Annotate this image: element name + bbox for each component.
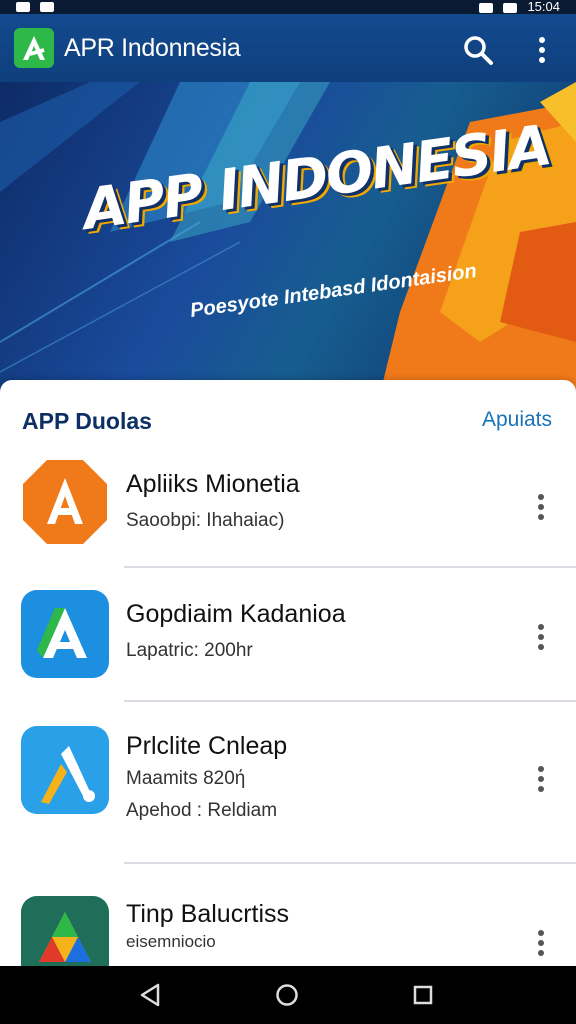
app-list-item[interactable]: Prlclite Cnleap Maamits 820ή Apehod : Re… xyxy=(0,720,576,864)
app-bar: APR Indonnesia xyxy=(0,14,576,82)
app-list-sheet: APP Duolas Apuiats Apliiks Mionetia Saoo… xyxy=(0,380,576,966)
more-vertical-icon[interactable] xyxy=(528,34,556,66)
blue-a-icon xyxy=(21,590,109,678)
status-bar: 15:04 xyxy=(0,0,576,14)
wifi-icon xyxy=(479,3,494,13)
orange-a-icon xyxy=(21,458,109,546)
recents-icon[interactable] xyxy=(408,980,438,1010)
app-name: Tinp Balucrtiss xyxy=(126,900,290,928)
more-vertical-icon[interactable] xyxy=(530,926,552,966)
light-blue-lambda-icon xyxy=(21,726,109,814)
app-list-item[interactable]: Tinp Balucrtiss eisemniocio xyxy=(0,886,576,966)
app-list-item[interactable]: Apliiks Mionetia Saoobpi: Ihahaiac) xyxy=(0,454,576,566)
app-meta-secondary: Apehod : Reldiam xyxy=(126,800,278,821)
status-time: 15:04 xyxy=(527,0,560,14)
search-icon[interactable] xyxy=(462,34,494,66)
app-title: APR Indonnesia xyxy=(64,34,241,62)
divider xyxy=(124,566,576,568)
promo-banner[interactable]: APP INDONESIA Poesyote Intebasd Idontais… xyxy=(0,82,576,394)
system-nav-bar xyxy=(0,966,576,1024)
notification-icon-2 xyxy=(40,2,54,12)
more-vertical-icon[interactable] xyxy=(530,490,552,530)
divider xyxy=(124,862,576,864)
section-title: APP Duolas xyxy=(22,408,152,434)
app-name: Gopdiaim Kadanioa xyxy=(126,600,346,628)
app-list-item[interactable]: Gopdiaim Kadanioa Lapatric: 200hr xyxy=(0,586,576,700)
app-name: Prlclite Cnleap xyxy=(126,732,288,760)
notification-icon xyxy=(16,2,30,12)
app-meta: Saoobpi: Ihahaiac) xyxy=(126,510,285,531)
section-see-all-link[interactable]: Apuiats xyxy=(482,408,552,432)
more-vertical-icon[interactable] xyxy=(530,762,552,802)
multicolor-a-icon xyxy=(21,896,109,966)
home-icon[interactable] xyxy=(272,980,302,1010)
app-logo-icon xyxy=(14,28,54,68)
more-vertical-icon[interactable] xyxy=(530,620,552,660)
divider xyxy=(124,700,576,702)
app-meta: Maamits 820ή xyxy=(126,768,246,789)
app-name: Apliiks Mionetia xyxy=(126,470,300,498)
app-meta: eisemniocio xyxy=(126,932,216,951)
app-meta: Lapatric: 200hr xyxy=(126,640,253,661)
battery-icon xyxy=(503,3,518,13)
back-icon[interactable] xyxy=(136,980,166,1010)
